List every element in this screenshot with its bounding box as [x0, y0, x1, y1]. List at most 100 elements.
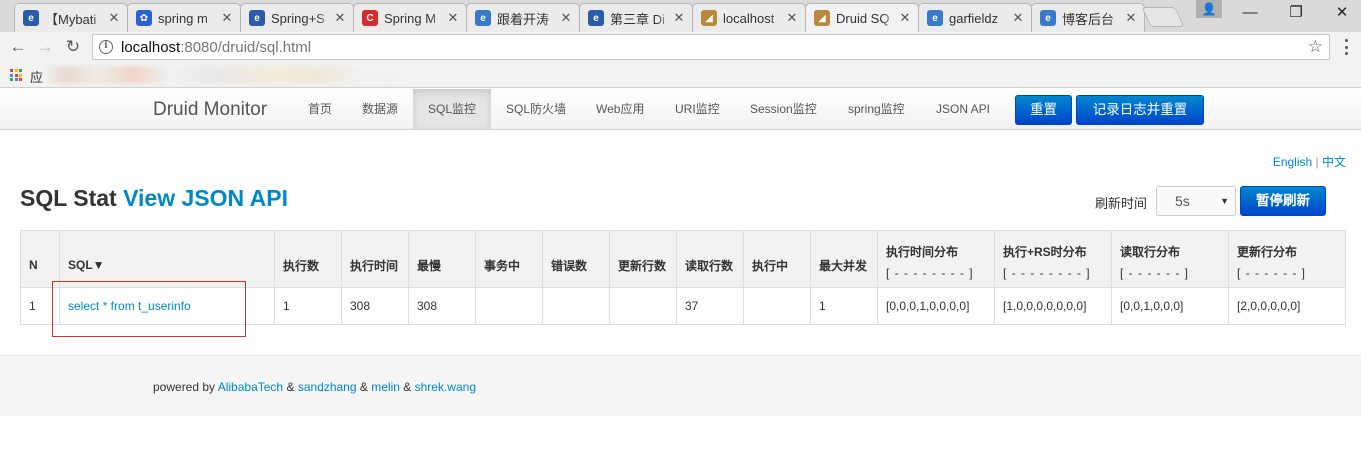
- back-icon[interactable]: ←: [6, 35, 30, 59]
- tab-close-icon[interactable]: ✕: [1011, 10, 1025, 26]
- nav-home[interactable]: 首页: [293, 89, 347, 129]
- footer-prefix: powered by: [153, 380, 216, 394]
- col-header-update-histogram[interactable]: 更新行分布 [ - - - - - - ]: [1228, 230, 1346, 288]
- cell-running: [743, 287, 811, 325]
- col-header-exec-rs-histogram[interactable]: 执行+RS时分布 [ - - - - - - - - ]: [994, 230, 1112, 288]
- browser-tab[interactable]: ◢ localhost ✕: [692, 3, 806, 32]
- nav-sql-monitor[interactable]: SQL监控: [413, 89, 492, 129]
- col-header-label: 执行数: [283, 258, 320, 273]
- col-header-sub: [ - - - - - - ]: [1120, 265, 1189, 280]
- nav-json-api[interactable]: JSON API: [921, 89, 1005, 129]
- log-and-reset-button[interactable]: 记录日志并重置: [1076, 95, 1204, 125]
- nav-session-monitor[interactable]: Session监控: [735, 89, 832, 129]
- pause-refresh-button[interactable]: 暂停刷新: [1240, 186, 1326, 216]
- browser-tab[interactable]: C Spring M ✕: [353, 3, 467, 32]
- tab-close-icon[interactable]: ✕: [446, 10, 460, 26]
- cell-slowest: 308: [408, 287, 476, 325]
- browser-tab[interactable]: e Spring+S ✕: [240, 3, 354, 32]
- refresh-interval-label: 刷新时间: [1095, 196, 1148, 211]
- col-header-label: 执行时间分布: [886, 244, 959, 259]
- browser-tab[interactable]: e 【Mybati ✕: [14, 3, 128, 32]
- reset-button[interactable]: 重置: [1015, 95, 1072, 125]
- tab-favicon-icon: ◢: [701, 10, 717, 26]
- forward-icon[interactable]: →: [33, 35, 57, 59]
- profile-icon[interactable]: 👤: [1196, 0, 1222, 18]
- tab-close-icon[interactable]: ✕: [333, 10, 347, 26]
- col-header-running[interactable]: 执行中: [743, 230, 811, 288]
- address-url: localhost:8080/druid/sql.html: [121, 39, 311, 56]
- col-header-update-rows[interactable]: 更新行数: [609, 230, 677, 288]
- site-info-icon[interactable]: i: [99, 40, 113, 54]
- col-header-fetch-histogram[interactable]: 读取行分布 [ - - - - - - ]: [1111, 230, 1229, 288]
- browser-toolbar: ← → ↻ i localhost:8080/druid/sql.html ☆: [0, 32, 1361, 62]
- window-close-icon[interactable]: ✕: [1327, 2, 1357, 24]
- col-header-sql[interactable]: SQL▼: [59, 230, 275, 288]
- col-header-n[interactable]: N: [20, 230, 60, 288]
- browser-tab[interactable]: e garfieldz ✕: [918, 3, 1032, 32]
- col-header-label: 更新行分布: [1237, 244, 1298, 259]
- tab-favicon-icon: ◢: [814, 10, 830, 26]
- minimize-icon[interactable]: —: [1235, 2, 1265, 24]
- browser-tab[interactable]: e 第三章 Di ✕: [579, 3, 693, 32]
- tab-title: 第三章 Di: [610, 11, 665, 27]
- bookmark-star-icon[interactable]: ☆: [1308, 37, 1323, 57]
- nav-web-app[interactable]: Web应用: [581, 89, 659, 129]
- new-tab-button[interactable]: [1141, 7, 1185, 27]
- reload-icon[interactable]: ↻: [61, 35, 85, 59]
- col-header-exec-count[interactable]: 执行数: [274, 230, 342, 288]
- tab-close-icon[interactable]: ✕: [1124, 10, 1138, 26]
- tab-title: spring m: [158, 10, 208, 26]
- cell-in-transaction: [475, 287, 543, 325]
- col-header-fetch-rows[interactable]: 读取行数: [676, 230, 744, 288]
- col-header-error-count[interactable]: 错误数: [542, 230, 610, 288]
- tab-close-icon[interactable]: ✕: [672, 10, 686, 26]
- nav-spring-monitor[interactable]: spring监控: [833, 89, 920, 129]
- tab-close-icon[interactable]: ✕: [220, 10, 234, 26]
- annotation-highlight-box: [52, 281, 246, 337]
- col-header-exec-histogram[interactable]: 执行时间分布 [ - - - - - - - - ]: [877, 230, 995, 288]
- col-header-exec-time[interactable]: 执行时间: [341, 230, 409, 288]
- nav-sql-firewall[interactable]: SQL防火墙: [491, 89, 581, 129]
- col-header-slowest[interactable]: 最慢: [408, 230, 476, 288]
- cell-update-histogram: [2,0,0,0,0,0]: [1228, 287, 1346, 325]
- nav-uri-monitor[interactable]: URI监控: [660, 89, 735, 129]
- restore-icon[interactable]: ❐: [1281, 2, 1311, 24]
- apps-label[interactable]: 应: [30, 67, 43, 86]
- footer-link-alibabatech[interactable]: AlibabaTech: [218, 380, 283, 394]
- cell-fetch-rows: 37: [676, 287, 744, 325]
- browser-tab[interactable]: ✿ spring m ✕: [127, 3, 241, 32]
- apps-grid-icon[interactable]: [10, 69, 22, 81]
- tab-title: garfieldz: [949, 10, 999, 26]
- tab-close-icon[interactable]: ✕: [898, 10, 912, 26]
- browser-menu-icon[interactable]: [1339, 36, 1353, 58]
- tab-close-icon[interactable]: ✕: [107, 10, 121, 26]
- col-header-label: 执行+RS时分布: [1003, 244, 1087, 259]
- refresh-interval-select[interactable]: 5s ▼: [1156, 186, 1236, 216]
- view-json-api-link[interactable]: View JSON API: [123, 185, 288, 211]
- tab-close-icon[interactable]: ✕: [785, 10, 799, 26]
- browser-tab[interactable]: e 博客后台 ✕: [1031, 3, 1145, 32]
- footer-sep: &: [359, 380, 368, 394]
- address-bar[interactable]: i localhost:8080/druid/sql.html ☆: [92, 34, 1330, 60]
- browser-tab[interactable]: e 跟着开涛 ✕: [466, 3, 580, 32]
- col-header-label: N: [29, 258, 38, 272]
- browser-tab-active[interactable]: ◢ Druid SQ ✕: [805, 3, 919, 32]
- tab-favicon-icon: e: [588, 10, 604, 26]
- col-header-label: 读取行数: [685, 258, 734, 273]
- tab-title: Spring M: [384, 10, 437, 26]
- col-header-max-concurrent[interactable]: 最大并发: [810, 230, 878, 288]
- col-header-label: 执行中: [752, 258, 789, 273]
- tab-title: 跟着开涛: [497, 11, 550, 27]
- tab-close-icon[interactable]: ✕: [559, 10, 573, 26]
- lang-chinese-link[interactable]: 中文: [1322, 155, 1346, 169]
- col-header-in-transaction[interactable]: 事务中: [475, 230, 543, 288]
- footer-link-melin[interactable]: melin: [371, 380, 400, 394]
- footer-link-sandzhang[interactable]: sandzhang: [298, 380, 357, 394]
- brand-title[interactable]: Druid Monitor: [153, 99, 267, 121]
- nav-datasource[interactable]: 数据源: [347, 89, 413, 129]
- tab-title: Spring+S: [271, 10, 325, 26]
- refresh-interval-value: 5s: [1175, 193, 1190, 209]
- footer-sep: &: [403, 380, 412, 394]
- footer-link-shrek-wang[interactable]: shrek.wang: [415, 380, 476, 394]
- lang-english-link[interactable]: English: [1273, 155, 1312, 169]
